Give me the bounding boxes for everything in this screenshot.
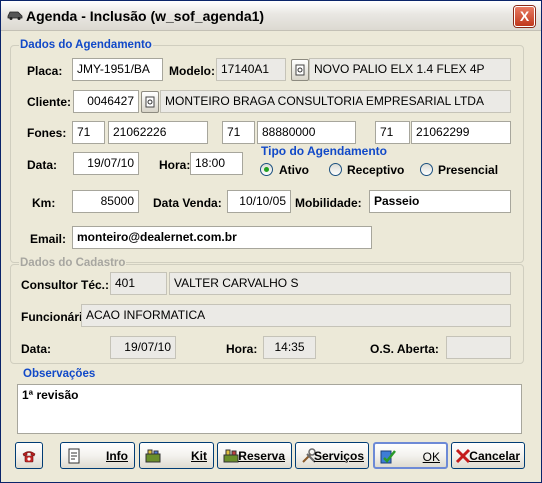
tipo-presencial-label[interactable]: Presencial — [438, 163, 498, 177]
reserva-icon — [223, 449, 239, 463]
magnifier-icon — [295, 64, 305, 76]
ok-button[interactable]: OK — [373, 442, 448, 469]
observacoes-title: Observações — [22, 368, 97, 380]
window-title: Agenda - Inclusão (w_sof_agenda1) — [26, 8, 265, 24]
telephone-icon — [22, 451, 36, 463]
data-venda-field[interactable]: 10/10/05 — [227, 190, 291, 213]
cliente-lookup-button[interactable] — [141, 91, 159, 113]
reserva-button-label: Reserva — [238, 449, 285, 463]
fone3-number-field[interactable]: 21062299 — [411, 121, 511, 144]
funcionario-field: ACAO INFORMATICA — [81, 304, 511, 327]
mobilidade-label: Mobilidade: — [295, 196, 362, 210]
hora-field[interactable]: 18:00 — [190, 152, 243, 175]
cadastro-hora-label: Hora: — [226, 342, 258, 356]
observacoes-textarea[interactable]: 1ª revisão — [17, 384, 522, 434]
os-aberta-label: O.S. Aberta: — [370, 342, 439, 356]
consultor-label: Consultor Téc.: — [21, 278, 110, 292]
reserva-button[interactable]: Reserva — [217, 442, 292, 469]
tipo-ativo-radio[interactable] — [260, 163, 273, 176]
modelo-lookup-button[interactable] — [291, 59, 309, 81]
title-bar[interactable]: Agenda - Inclusão (w_sof_agenda1) X — [1, 1, 541, 31]
cliente-label: Cliente: — [27, 95, 72, 109]
km-field[interactable]: 85000 — [72, 190, 139, 213]
fone1-ddd-field[interactable]: 71 — [72, 121, 105, 144]
kit-icon — [145, 449, 161, 463]
info-button[interactable]: Info — [60, 442, 135, 469]
email-field[interactable]: monteiro@dealernet.com.br — [72, 226, 372, 249]
agendamento-title: Dados do Agendamento — [19, 39, 153, 51]
document-icon — [68, 448, 80, 464]
placa-label: Placa: — [27, 64, 63, 78]
cancelar-button[interactable]: Cancelar — [451, 442, 525, 469]
data-venda-label: Data Venda: — [153, 196, 222, 210]
fone3-ddd-field[interactable]: 71 — [375, 121, 410, 144]
cadastro-data-field: 19/07/10 — [110, 336, 176, 359]
servicos-button[interactable]: Serviços — [295, 442, 369, 469]
checkmark-icon — [380, 450, 396, 464]
os-aberta-field — [446, 336, 511, 359]
fones-label: Fones: — [27, 126, 67, 140]
cliente-code-field[interactable]: 0046427 — [73, 90, 139, 113]
fone2-number-field[interactable]: 88880000 — [257, 121, 356, 144]
placa-field[interactable]: JMY-1951/BA — [72, 58, 163, 81]
car-icon — [7, 11, 23, 20]
cliente-name-field: MONTEIRO BRAGA CONSULTORIA EMPRESARIAL L… — [160, 90, 511, 113]
ok-button-label: OK — [422, 450, 440, 464]
hora-label: Hora: — [159, 158, 191, 172]
mobilidade-field[interactable]: Passeio — [369, 190, 511, 213]
tipo-ativo-label[interactable]: Ativo — [279, 163, 309, 177]
kit-button[interactable]: Kit — [139, 442, 214, 469]
fone1-number-field[interactable]: 21062226 — [108, 121, 208, 144]
consultor-name-field: VALTER CARVALHO S — [169, 272, 511, 295]
agenda-window: Agenda - Inclusão (w_sof_agenda1) X Dado… — [0, 0, 542, 483]
tipo-agendamento-title: Tipo do Agendamento — [260, 144, 388, 158]
kit-button-label: Kit — [191, 449, 207, 463]
magnifier-icon — [145, 96, 155, 108]
cadastro-data-label: Data: — [21, 342, 52, 356]
tipo-receptivo-label[interactable]: Receptivo — [347, 163, 404, 177]
close-button[interactable]: X — [514, 6, 535, 27]
consultor-code-field: 401 — [110, 272, 167, 295]
data-label: Data: — [27, 158, 58, 172]
tipo-receptivo-radio[interactable] — [329, 163, 342, 176]
email-label: Email: — [30, 232, 67, 246]
cadastro-title: Dados do Cadastro — [19, 257, 127, 269]
phone-button[interactable] — [15, 442, 43, 469]
data-field[interactable]: 19/07/10 — [73, 152, 139, 175]
tipo-presencial-radio[interactable] — [420, 163, 433, 176]
cancelar-button-label: Cancelar — [469, 449, 520, 463]
servicos-button-label: Serviços — [313, 449, 364, 463]
km-label: Km: — [32, 196, 56, 210]
modelo-desc-field: NOVO PALIO ELX 1.4 FLEX 4P — [309, 58, 511, 81]
info-button-label: Info — [106, 449, 128, 463]
modelo-code-field: 17140A1 — [216, 58, 286, 81]
modelo-label: Modelo: — [169, 64, 215, 78]
fone2-ddd-field[interactable]: 71 — [222, 121, 255, 144]
cadastro-hora-field: 14:35 — [263, 336, 316, 359]
